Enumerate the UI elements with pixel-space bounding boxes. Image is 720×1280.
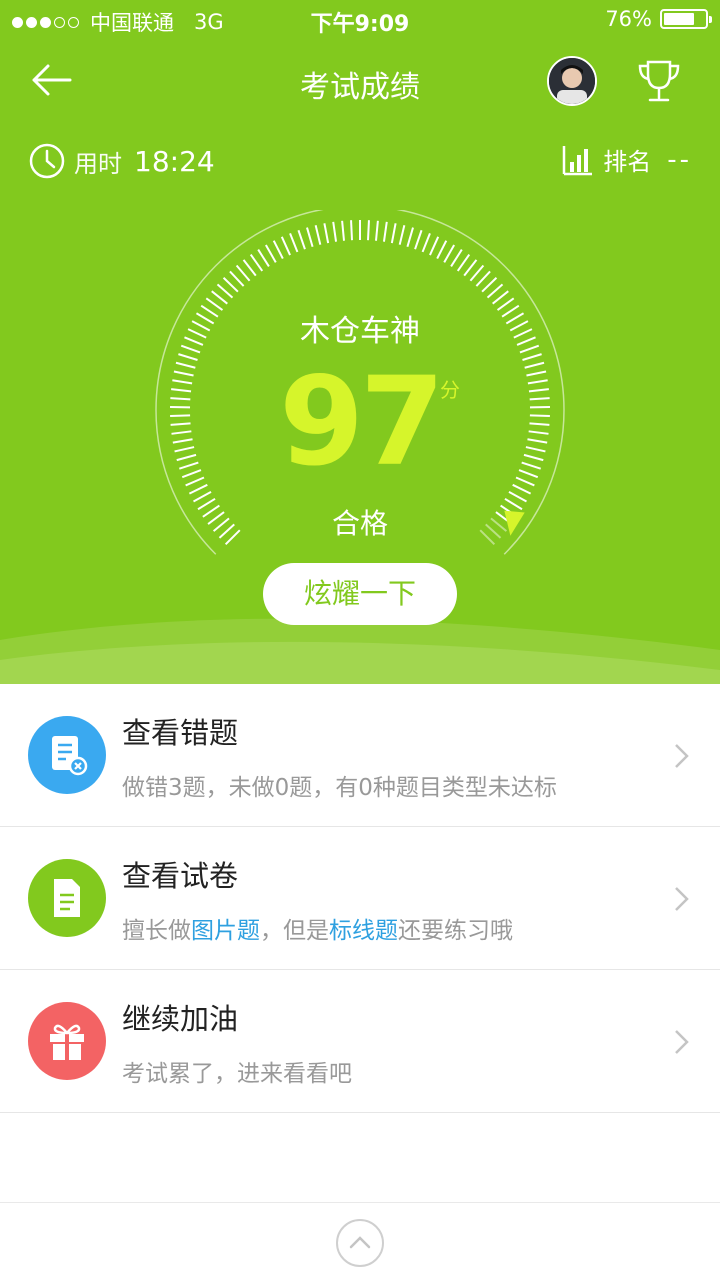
gauge-tick — [367, 220, 370, 241]
rank-value: -- — [667, 144, 692, 175]
rank: 排名 -- — [561, 142, 692, 177]
weak-topic-link[interactable]: 标线题 — [329, 918, 398, 944]
share-button[interactable]: 炫耀一下 — [263, 563, 457, 625]
gauge-tick — [323, 223, 330, 244]
battery-icon — [660, 9, 712, 29]
gauge-tick — [280, 236, 291, 256]
rank-label: 排名 — [603, 148, 652, 176]
item-description: 考试累了，进来看看吧 — [122, 1061, 352, 1087]
gauge-tick — [222, 277, 239, 293]
list-item-keep-going[interactable]: 继续加油 考试累了，进来看看吧 — [0, 970, 720, 1113]
item-title: 查看错题 — [122, 716, 239, 750]
item-description: 擅长做图片题，但是标线题还要练习哦 — [122, 911, 513, 945]
score-value: 97 — [279, 351, 445, 493]
gauge-tick — [450, 249, 463, 268]
time-value: 18:24 — [134, 144, 215, 178]
document-icon — [28, 859, 106, 937]
item-description: 做错3题，未做0题，有0种题目类型未达标 — [122, 775, 557, 801]
gauge-tick — [390, 223, 397, 244]
gauge-tick — [249, 253, 264, 272]
gauge-tick — [463, 259, 478, 277]
strong-topic-link[interactable]: 图片题 — [191, 918, 260, 944]
gauge-tick — [436, 240, 448, 259]
gauge-tick — [475, 270, 491, 287]
gauge-tick — [414, 229, 423, 250]
nav-bar: 考试成绩 — [0, 40, 720, 122]
desc-text: 还要练习哦 — [398, 918, 513, 944]
gauge-tick — [398, 225, 406, 245]
gauge-tick — [211, 290, 228, 305]
gauge-tick — [216, 283, 234, 299]
bar-chart-icon — [562, 145, 593, 175]
user-name: 木仓车神 — [300, 314, 420, 349]
chevron-right-icon — [675, 887, 689, 911]
gauge-tick — [257, 249, 270, 268]
gauge-tick — [443, 244, 456, 263]
gift-icon — [28, 1002, 106, 1080]
list-item-wrong-questions[interactable]: 查看错题 做错3题，未做0题，有0种题目类型未达标 — [0, 684, 720, 827]
gauge-tick — [193, 491, 212, 503]
action-list: 查看错题 做错3题，未做0题，有0种题目类型未达标 查看试卷 擅长做图片题，但是… — [0, 684, 720, 1113]
back-button[interactable] — [28, 58, 76, 102]
gauge-tick — [297, 229, 306, 250]
gauge-tick — [289, 232, 299, 253]
gauge-tick — [350, 220, 353, 241]
stats-row: 用时 18:24 排名 -- — [0, 140, 720, 184]
trophy-icon — [638, 60, 680, 102]
user-avatar[interactable] — [547, 56, 597, 106]
back-arrow-icon — [32, 64, 72, 96]
gauge-tick — [375, 220, 379, 241]
chevron-right-icon — [675, 744, 689, 768]
gauge-tick — [492, 290, 509, 305]
time-label: 用时 — [74, 149, 122, 178]
gauge-tick — [229, 270, 245, 287]
desc-text: ，但是 — [260, 918, 329, 944]
gauge-tick — [314, 225, 322, 245]
page-title: 考试成绩 — [300, 70, 420, 105]
gauge-tick — [332, 221, 338, 242]
gauge-tick — [429, 236, 440, 256]
item-title: 继续加油 — [122, 1002, 239, 1036]
list-item-exam-paper[interactable]: 查看试卷 擅长做图片题，但是标线题还要练习哦 — [0, 827, 720, 970]
desc-text: 擅长做 — [122, 918, 191, 944]
time-used: 用时 18:24 — [28, 142, 215, 180]
gauge-tick — [456, 253, 471, 272]
gauge-tick — [235, 264, 251, 282]
gauge-tick — [382, 221, 388, 242]
trophy-button[interactable] — [634, 58, 684, 104]
score-unit: 分 — [440, 378, 460, 402]
bottom-bar — [0, 1202, 720, 1280]
chevron-up-icon — [349, 1236, 371, 1249]
gauge-tick — [469, 264, 485, 282]
gauge-tick — [306, 227, 314, 248]
scroll-up-button[interactable] — [336, 1219, 384, 1267]
gauge-tick — [508, 491, 527, 503]
gauge-tick — [242, 259, 257, 277]
gauge-tick — [421, 232, 431, 253]
status-bar: 中国联通 3G 下午9:09 76% — [0, 0, 720, 40]
wrong-questions-icon — [28, 716, 106, 794]
item-title: 查看试卷 — [122, 859, 239, 893]
gauge-tick — [341, 220, 345, 241]
battery-percent: 76% — [605, 7, 652, 31]
gauge-tick — [272, 240, 284, 259]
clock-icon — [29, 143, 65, 179]
gauge-tick — [264, 244, 277, 263]
pass-status: 合格 — [331, 507, 388, 540]
gauge-tick — [481, 277, 498, 293]
avatar-icon — [549, 58, 595, 104]
chevron-right-icon — [675, 1030, 689, 1054]
gauge-tick — [406, 227, 414, 248]
gauge-tick — [486, 283, 504, 299]
